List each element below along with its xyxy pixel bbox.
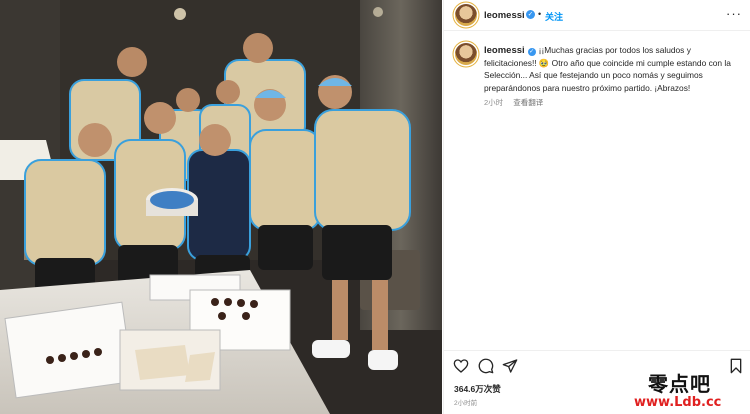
post-side-panel: leomessi ✓ • 关注 ··· leomessi ✓ ¡¡Muchas gr… xyxy=(443,0,750,414)
verified-badge-icon: ✓ xyxy=(526,10,535,19)
heart-icon[interactable] xyxy=(453,358,469,374)
post-timestamp: 2小时前 xyxy=(454,400,478,407)
see-translation-link[interactable]: 查看翻译 xyxy=(513,98,543,107)
author-username[interactable]: leomessi xyxy=(484,10,525,21)
watermark-logo-text: 零点吧 xyxy=(648,372,711,396)
follow-button[interactable]: 关注 xyxy=(545,10,563,23)
watermark-url: www.Ldb.cc xyxy=(634,395,722,410)
comment-icon[interactable] xyxy=(478,358,494,374)
bookmark-icon[interactable] xyxy=(729,358,743,374)
post-photo[interactable] xyxy=(0,0,442,414)
separator-dot: • xyxy=(538,9,542,19)
verified-badge-icon: ✓ xyxy=(527,48,536,56)
caption-meta: 2小时 查看翻译 xyxy=(484,97,543,108)
more-options-icon[interactable]: ··· xyxy=(726,6,742,21)
post-header: leomessi ✓ • 关注 ··· xyxy=(444,0,750,31)
share-icon[interactable] xyxy=(502,358,518,374)
author-avatar[interactable] xyxy=(455,4,477,26)
team-birthday-photo xyxy=(0,0,442,414)
caption-time: 2小时 xyxy=(484,98,504,107)
post-caption: leomessi ✓ ¡¡Muchas gracias por todos los … xyxy=(484,44,742,94)
caption-username[interactable]: leomessi xyxy=(484,45,525,56)
caption-author-avatar[interactable] xyxy=(455,43,477,65)
likes-count[interactable]: 364.6万次赞 xyxy=(454,383,501,395)
divider xyxy=(444,350,750,351)
